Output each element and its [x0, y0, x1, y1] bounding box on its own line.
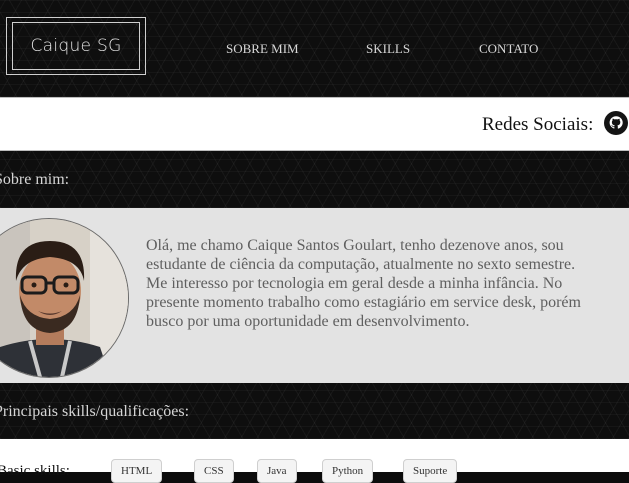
about-line: busco por uma oportunidade em desenvolvi…: [146, 313, 470, 330]
about-line: estudante de ciência da computação, atua…: [146, 256, 576, 273]
skill-badge: Java: [257, 459, 297, 483]
about-box: Olá, me chamo Caique Santos Goulart, ten…: [0, 208, 629, 383]
skill-badge: Python: [322, 459, 374, 483]
social-label: Redes Sociais:: [482, 114, 594, 135]
logo[interactable]: Caique SG: [6, 17, 146, 75]
about-text: Olá, me chamo Caique Santos Goulart, ten…: [146, 236, 629, 331]
skills-area: Basic skills: HTML CSS Java Python Supor…: [0, 439, 629, 483]
github-icon[interactable]: [604, 111, 628, 135]
site-header: Caique SG SOBRE MIM SKILLS CONTATO: [0, 0, 629, 97]
about-line: presente momento trabalho como estagiári…: [146, 294, 581, 311]
about-section-title: Sobre mim:: [0, 171, 70, 188]
nav-link-sobre-mim[interactable]: SOBRE MIM: [226, 41, 299, 57]
logo-text[interactable]: Caique SG: [12, 22, 140, 70]
skills-section-title: Principais skills/qualificações:: [0, 403, 190, 420]
nav-link-skills[interactable]: SKILLS: [366, 41, 410, 57]
about-section-header: Sobre mim:: [0, 151, 629, 208]
skills-section-header: Principais skills/qualificações:: [0, 383, 629, 439]
about-line: Me interesso por tecnologia em geral des…: [146, 275, 563, 292]
skill-badge: Suporte: [403, 459, 458, 483]
nav-link-contato[interactable]: CONTATO: [479, 41, 538, 57]
avatar: [0, 218, 129, 378]
social-bar: Redes Sociais:: [0, 97, 629, 151]
about-line: Olá, me chamo Caique Santos Goulart, ten…: [146, 237, 564, 254]
skill-badge: CSS: [194, 459, 234, 483]
skill-badge: HTML: [111, 459, 163, 483]
